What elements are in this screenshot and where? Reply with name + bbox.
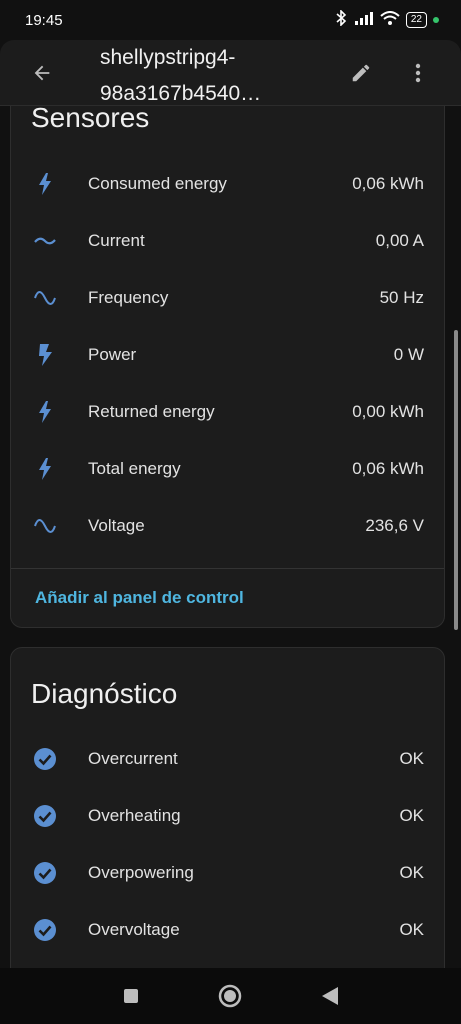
diagnostics-card: Diagnóstico Overcurrent OK Overheating OK Ov… — [10, 647, 445, 987]
entity-value: OK — [399, 919, 424, 939]
entity-label: Returned energy — [88, 401, 215, 421]
bluetooth-icon — [334, 9, 348, 30]
check-circle-icon — [33, 747, 57, 771]
home-circle-icon[interactable] — [217, 983, 243, 1009]
scrollbar[interactable] — [454, 330, 458, 630]
recents-square-icon[interactable] — [118, 983, 144, 1009]
pencil-icon[interactable] — [345, 57, 377, 89]
sine-wave-icon — [33, 514, 57, 538]
system-navigation-bar — [0, 968, 461, 1024]
entity-row[interactable]: Frequency 50 Hz — [11, 269, 444, 326]
entity-label: Frequency — [88, 287, 169, 307]
signal-icon — [354, 11, 374, 29]
entity-row[interactable]: Power 0 W — [11, 326, 444, 383]
flash-bold-icon — [33, 343, 57, 367]
sensors-card: Sensores Consumed energy 0,06 kWh Current 0… — [10, 80, 445, 628]
diagnostics-title: Diagnóstico — [31, 678, 178, 709]
entity-value: 236,6 V — [365, 515, 424, 535]
back-triangle-icon[interactable] — [317, 983, 343, 1009]
add-to-dashboard-link[interactable]: Añadir al panel de control — [35, 588, 244, 608]
app-toolbar: shellypstripg4-98a3167b4540… — [0, 40, 461, 106]
entity-label: Power — [88, 344, 137, 364]
entity-value: OK — [399, 805, 424, 825]
entity-label: Overheating — [88, 805, 181, 825]
entity-value: 0,00 kWh — [352, 401, 424, 421]
entity-value: OK — [399, 748, 424, 768]
entity-row[interactable]: Overvoltage OK — [11, 901, 444, 958]
entity-value: 0,00 A — [375, 230, 424, 250]
entity-value: 0 W — [393, 344, 424, 364]
sine-wave-icon — [33, 286, 57, 310]
entity-row[interactable]: Voltage 236,6 V — [11, 497, 444, 554]
wifi-icon — [380, 11, 400, 29]
entity-row[interactable]: Overcurrent OK — [11, 730, 444, 787]
flash-icon — [33, 457, 57, 481]
flash-icon — [33, 172, 57, 196]
entity-label: Current — [88, 230, 145, 250]
current-ac-icon — [33, 229, 57, 253]
entity-label: Overpowering — [88, 862, 194, 882]
battery-indicator: 22 — [405, 12, 427, 28]
entity-label: Overcurrent — [88, 748, 178, 768]
flash-icon — [33, 400, 57, 424]
status-time: 19:45 — [25, 11, 63, 29]
check-circle-icon — [33, 804, 57, 828]
entity-value: OK — [399, 862, 424, 882]
entity-row[interactable]: Total energy 0,06 kWh — [11, 440, 444, 497]
entity-row[interactable]: Current 0,00 A — [11, 212, 444, 269]
device-title: shellypstripg4-98a3167b4540… — [100, 46, 262, 105]
privacy-dot-icon — [433, 17, 439, 23]
check-circle-icon — [33, 861, 57, 885]
entity-label: Consumed energy — [88, 173, 227, 193]
back-arrow-icon[interactable] — [26, 57, 58, 89]
entity-row[interactable]: Overpowering OK — [11, 844, 444, 901]
entity-row[interactable]: Returned energy 0,00 kWh — [11, 383, 444, 440]
status-bar: 19:45 22 — [0, 0, 461, 40]
entity-row[interactable]: Consumed energy 0,06 kWh — [11, 155, 444, 212]
more-vertical-icon[interactable] — [402, 57, 434, 89]
entity-row[interactable]: Overheating OK — [11, 787, 444, 844]
entity-label: Overvoltage — [88, 919, 180, 939]
entity-label: Voltage — [88, 515, 145, 535]
entity-value: 0,06 kWh — [352, 458, 424, 478]
status-icons: 22 — [334, 9, 439, 30]
entity-value: 0,06 kWh — [352, 173, 424, 193]
entity-value: 50 Hz — [379, 287, 424, 307]
card-divider — [11, 568, 444, 569]
entity-label: Total energy — [88, 458, 181, 478]
check-circle-icon — [33, 918, 57, 942]
